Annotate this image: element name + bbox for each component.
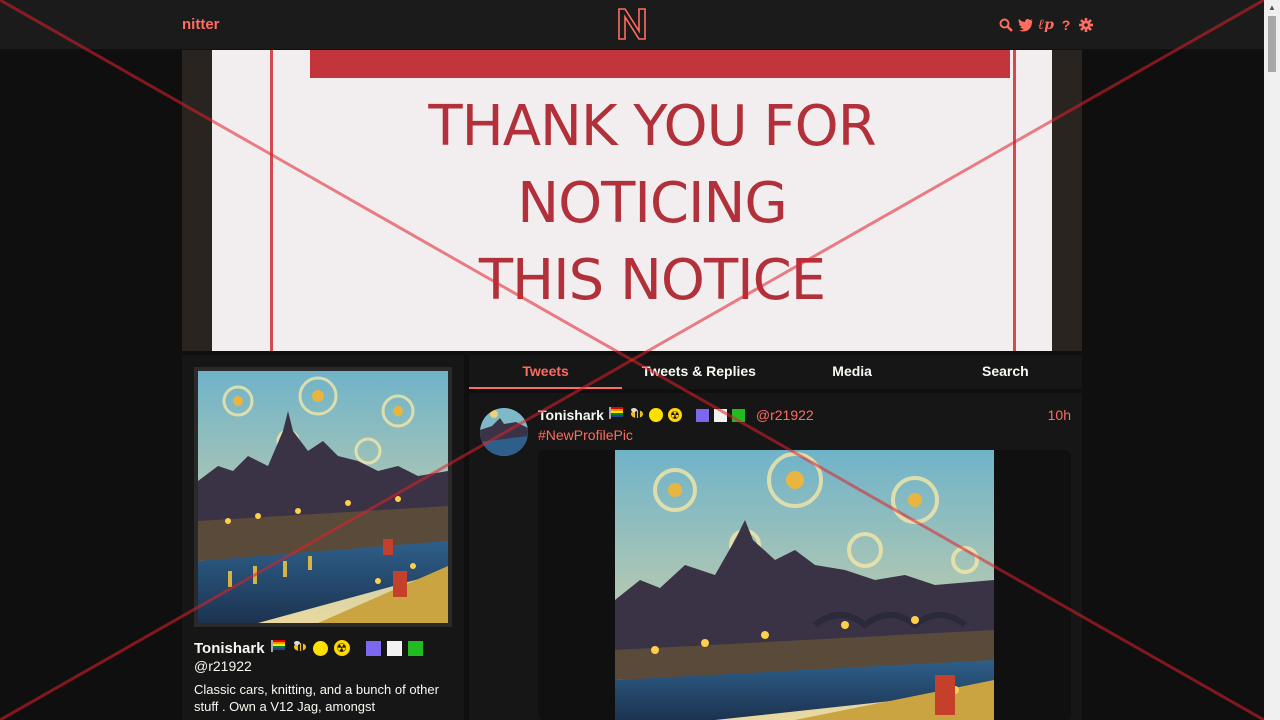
profile-fullname[interactable]: Tonishark — [194, 640, 265, 657]
scroll-up-arrow-icon[interactable]: ▲ — [1264, 0, 1280, 16]
tab-tweets-replies[interactable]: Tweets & Replies — [622, 355, 775, 389]
timeline: Tonishark ☢ @r21922 10h #NewProfilePic — [469, 393, 1082, 720]
tweet-hashtag[interactable]: #NewProfilePic — [538, 427, 633, 443]
green-square-emoji-icon — [407, 640, 423, 656]
rainbow-flag-emoji-icon — [608, 406, 623, 424]
tweet-date[interactable]: 10h — [1048, 407, 1071, 423]
tweet-username[interactable]: @r21922 — [756, 407, 814, 423]
profile-avatar[interactable] — [194, 367, 452, 627]
purple-square-emoji-icon — [365, 640, 381, 656]
rainbow-flag-emoji-icon — [270, 639, 285, 657]
bee-emoji-icon — [291, 639, 307, 657]
nitter-home-link[interactable]: nitter — [182, 16, 220, 33]
top-navbar: nitter ℓp ? — [0, 0, 1264, 50]
tab-tweets[interactable]: Tweets — [469, 355, 623, 389]
timeline-tabs: Tweets Tweets & Replies Media Search — [469, 355, 1082, 389]
twitter-bird-icon[interactable] — [1018, 16, 1034, 34]
page-scrollbar[interactable]: ▲ — [1264, 0, 1280, 720]
tab-search[interactable]: Search — [929, 355, 1082, 389]
tweet-fullname[interactable]: Tonishark — [538, 407, 604, 423]
notice-red-bar — [310, 50, 1010, 78]
white-square-emoji-icon — [386, 640, 402, 656]
radioactive-emoji-icon: ☢ — [333, 640, 350, 656]
nav-icons: ℓp ? — [998, 16, 1094, 34]
radioactive-emoji-icon: ☢ — [667, 408, 682, 422]
notice-text: THANK YOU FOR NOTICING THIS NOTICE — [428, 94, 876, 313]
green-square-emoji-icon — [731, 408, 745, 422]
white-square-emoji-icon — [713, 408, 727, 422]
scroll-thumb[interactable] — [1268, 16, 1276, 72]
profile-bio: Classic cars, knitting, and a bunch of o… — [194, 682, 439, 714]
profile-banner[interactable]: THANK YOU FOR NOTICING THIS NOTICE — [182, 50, 1082, 351]
tweet-media[interactable] — [538, 450, 1071, 720]
nitter-logo-icon[interactable] — [616, 6, 648, 42]
profile-card: Tonishark ☢ @r21922 Classic cars, knitti… — [182, 355, 464, 720]
search-icon[interactable] — [998, 16, 1014, 34]
tweet-image[interactable] — [615, 450, 994, 720]
tab-media[interactable]: Media — [776, 355, 929, 389]
yellow-circle-emoji-icon — [312, 640, 328, 656]
tweet-avatar[interactable] — [480, 408, 528, 456]
purple-square-emoji-icon — [695, 408, 709, 422]
gear-icon[interactable] — [1078, 16, 1094, 34]
profile-name-line: Tonishark ☢ — [194, 639, 423, 657]
yellow-circle-emoji-icon — [648, 408, 663, 422]
profile-username[interactable]: @r21922 — [194, 658, 252, 674]
lp-icon[interactable]: ℓp — [1038, 16, 1054, 34]
tweet-header: Tonishark ☢ @r21922 — [538, 406, 814, 424]
question-icon[interactable]: ? — [1058, 16, 1074, 34]
bee-emoji-icon — [628, 406, 644, 424]
notice-sign: THANK YOU FOR NOTICING THIS NOTICE — [212, 50, 1052, 351]
